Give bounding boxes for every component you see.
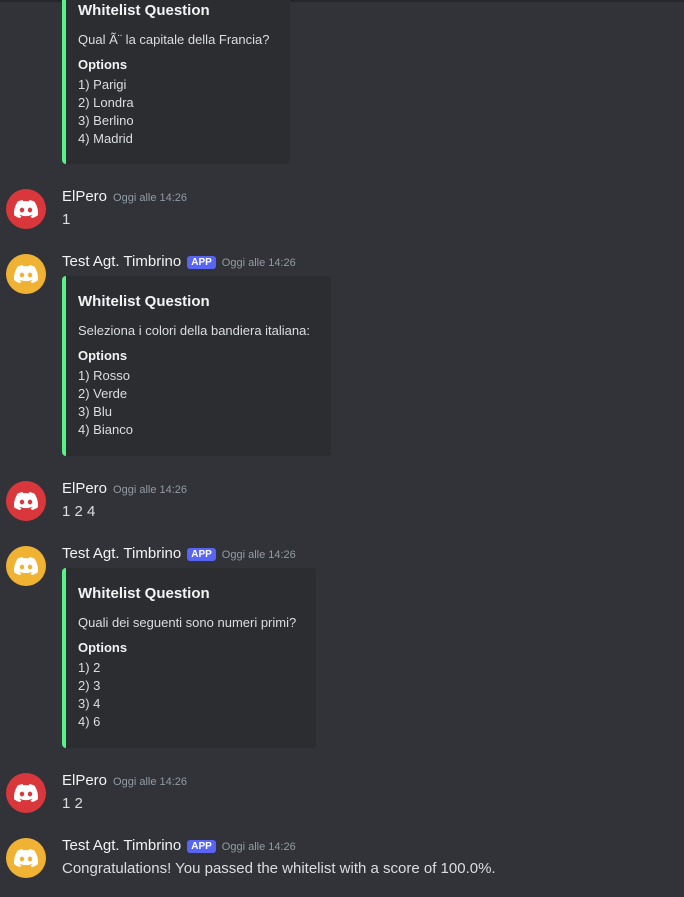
embed-field-value: 1) 2 2) 3 3) 4 4) 6 <box>78 659 100 731</box>
timestamp[interactable]: Oggi alle 14:26 <box>222 549 296 561</box>
timestamp[interactable]: Oggi alle 14:26 <box>222 257 296 269</box>
message-header: ElPero Oggi alle 14:26 <box>62 772 187 789</box>
message-content: 1 2 <box>62 795 83 812</box>
avatar[interactable] <box>6 838 46 878</box>
message: ElPero Oggi alle 14:26 1 2 <box>0 770 684 820</box>
timestamp[interactable]: Oggi alle 14:26 <box>222 841 296 853</box>
embed-field-name: Options <box>78 348 128 363</box>
app-badge: APP <box>187 548 216 561</box>
embed-description: Quali dei seguenti sono numeri primi? <box>78 615 297 630</box>
discord-logo-icon <box>14 492 38 510</box>
option-line: 4) 6 <box>78 714 101 729</box>
embed-description: Qual Ã¨ la capitale della Francia? <box>78 32 270 47</box>
avatar[interactable] <box>6 189 46 229</box>
author-name[interactable]: Test Agt. Timbrino <box>62 253 181 270</box>
embed-title: Whitelist Question <box>78 585 210 602</box>
avatar[interactable] <box>6 254 46 294</box>
embed: Whitelist Question Qual Ã¨ la capitale d… <box>62 0 290 164</box>
timestamp[interactable]: Oggi alle 14:26 <box>113 192 187 204</box>
message-header: Test Agt. Timbrino APP Oggi alle 14:26 <box>62 253 296 270</box>
embed-field-value: 1) Rosso 2) Verde 3) Blu 4) Bianco <box>78 367 133 439</box>
avatar[interactable] <box>6 773 46 813</box>
author-name[interactable]: ElPero <box>62 772 107 789</box>
author-name[interactable]: ElPero <box>62 480 107 497</box>
discord-logo-icon <box>14 849 38 867</box>
author-name[interactable]: ElPero <box>62 188 107 205</box>
discord-logo-icon <box>14 265 38 283</box>
app-badge: APP <box>187 840 216 853</box>
message: ElPero Oggi alle 14:26 1 <box>0 186 684 236</box>
avatar[interactable] <box>6 481 46 521</box>
option-line: 2) 3 <box>78 678 101 693</box>
avatar[interactable] <box>6 546 46 586</box>
message-content: 1 2 4 <box>62 503 96 520</box>
embed-field-name: Options <box>78 640 128 655</box>
author-name[interactable]: Test Agt. Timbrino <box>62 837 181 854</box>
option-line: 3) 4 <box>78 696 101 711</box>
message: Test Agt. Timbrino APP Oggi alle 14:26 W… <box>0 251 684 461</box>
discord-logo-icon <box>14 557 38 575</box>
timestamp[interactable]: Oggi alle 14:26 <box>113 484 187 496</box>
message: Test Agt. Timbrino APP Oggi alle 14:26 W… <box>0 543 684 753</box>
option-line: 3) Berlino <box>78 113 134 128</box>
message-header: ElPero Oggi alle 14:26 <box>62 188 187 205</box>
option-line: 4) Bianco <box>78 422 133 437</box>
message-header: Test Agt. Timbrino APP Oggi alle 14:26 <box>62 545 296 562</box>
message-header: ElPero Oggi alle 14:26 <box>62 480 187 497</box>
embed-field-value: 1) Parigi 2) Londra 3) Berlino 4) Madrid <box>78 76 134 148</box>
message-content: 1 <box>62 211 71 228</box>
embed: Whitelist Question Quali dei seguenti so… <box>62 568 316 748</box>
message-header: Test Agt. Timbrino APP Oggi alle 14:26 <box>62 837 296 854</box>
timestamp[interactable]: Oggi alle 14:26 <box>113 776 187 788</box>
embed-title: Whitelist Question <box>78 2 210 19</box>
message-content: Congratulations! You passed the whitelis… <box>62 860 496 877</box>
discord-logo-icon <box>14 784 38 802</box>
embed-description: Seleziona i colori della bandiera italia… <box>78 323 310 338</box>
embed: Whitelist Question Seleziona i colori de… <box>62 276 331 456</box>
app-badge: APP <box>187 256 216 269</box>
option-line: 1) Parigi <box>78 77 127 92</box>
message: Whitelist Question Qual Ã¨ la capitale d… <box>0 0 684 170</box>
option-line: 2) Londra <box>78 95 134 110</box>
message: Test Agt. Timbrino APP Oggi alle 14:26 C… <box>0 835 684 885</box>
option-line: 1) 2 <box>78 660 101 675</box>
option-line: 1) Rosso <box>78 368 131 383</box>
chat-messages: Whitelist Question Qual Ã¨ la capitale d… <box>0 0 684 897</box>
discord-logo-icon <box>14 200 38 218</box>
author-name[interactable]: Test Agt. Timbrino <box>62 545 181 562</box>
message: ElPero Oggi alle 14:26 1 2 4 <box>0 478 684 528</box>
embed-field-name: Options <box>78 57 128 72</box>
option-line: 4) Madrid <box>78 131 133 146</box>
embed-title: Whitelist Question <box>78 293 210 310</box>
option-line: 2) Verde <box>78 386 128 401</box>
option-line: 3) Blu <box>78 404 112 419</box>
